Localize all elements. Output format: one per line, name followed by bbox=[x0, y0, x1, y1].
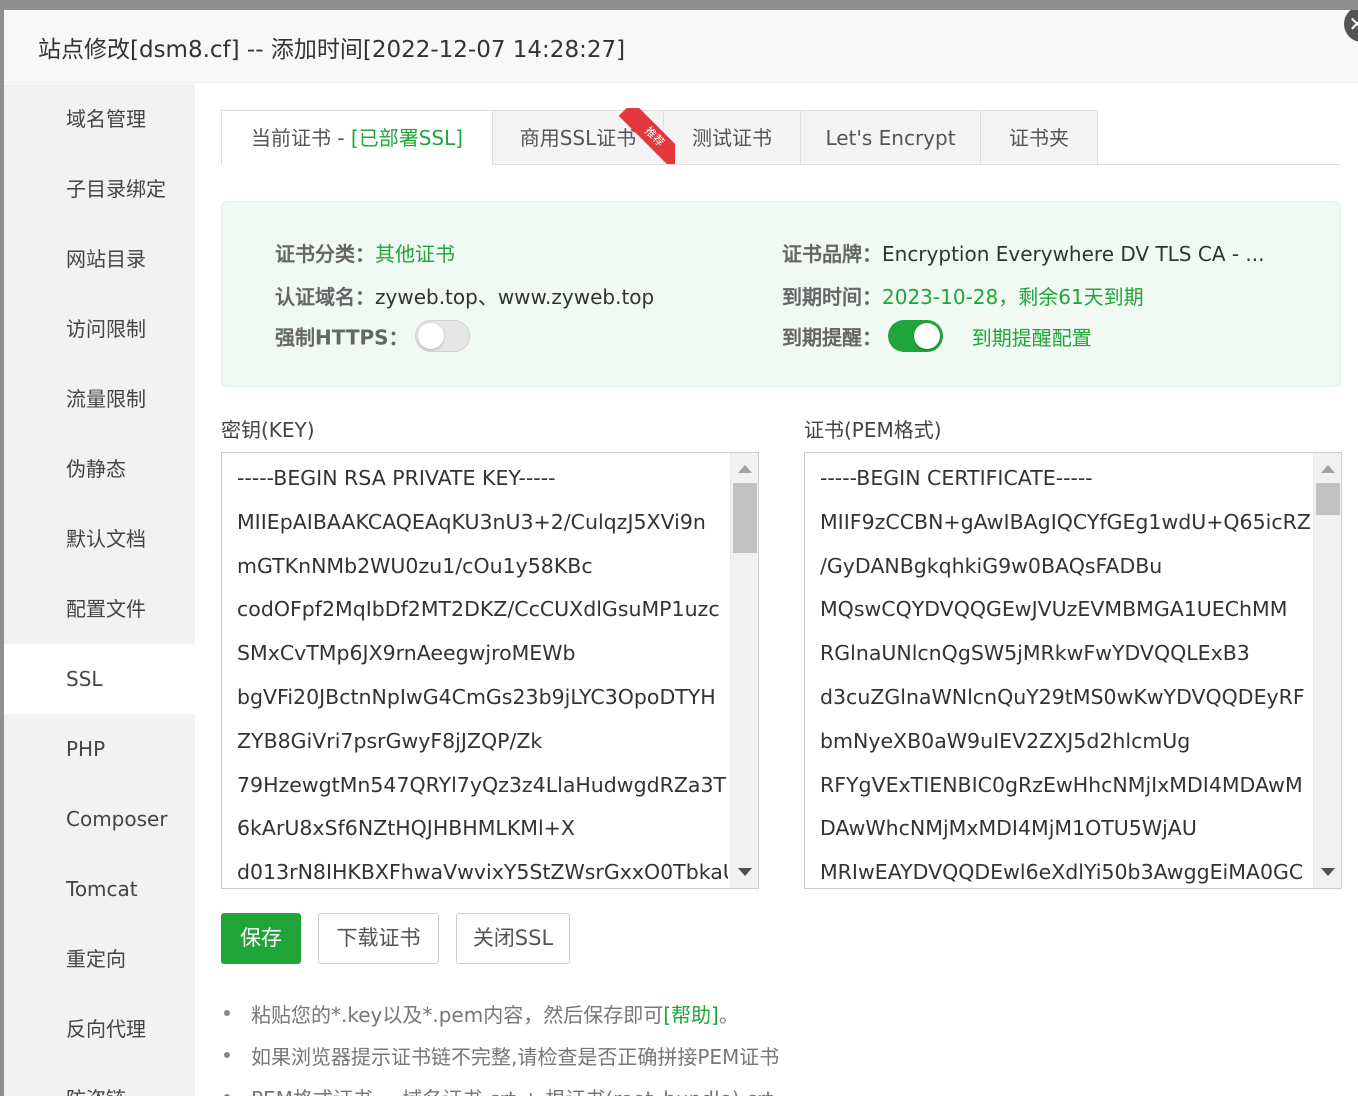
key-line: 79HzewgtMn547QRYl7yQz3z4LlaHudwgdRZa3T bbox=[237, 772, 727, 797]
sidebar-item-rewrite[interactable]: 伪静态 bbox=[4, 434, 195, 504]
cert-line: d3cuZGlnaWNlcnQuY29tMS0wKwYDVQQDEyRF bbox=[820, 684, 1305, 709]
expire-remind-toggle[interactable] bbox=[888, 320, 944, 352]
cert-expire-label: 到期时间： bbox=[782, 285, 882, 309]
save-button[interactable]: 保存 bbox=[221, 913, 301, 964]
sidebar-item-ssl[interactable]: SSL bbox=[4, 644, 195, 714]
tip-paste-key-text: 粘贴您的*.key以及*.pem内容，然后保存即可 bbox=[251, 1003, 664, 1027]
cert-line: MQswCQYDVQQGEwJVUzEVMBMGA1UEChMM bbox=[820, 597, 1288, 622]
force-https-knob bbox=[417, 323, 444, 349]
cert-line: -----BEGIN CERTIFICATE----- bbox=[820, 466, 1093, 490]
tab-current-cert[interactable]: 当前证书 - [已部署SSL] bbox=[221, 110, 493, 165]
tip-paste-key: 粘贴您的*.key以及*.pem内容，然后保存即可[帮助]。 bbox=[221, 999, 739, 1028]
cert-category-label: 证书分类： bbox=[275, 242, 375, 266]
sidebar-item-reverse-proxy[interactable]: 反向代理 bbox=[4, 994, 195, 1064]
key-line: MIIEpAIBAAKCAQEAqKU3nU3+2/CulqzJ5XVi9n bbox=[237, 509, 706, 534]
cert-line: /GyDANBgkqhkiG9w0BAQsFADBu bbox=[820, 553, 1163, 578]
tab-current-cert-label: 当前证书 - bbox=[250, 126, 351, 150]
key-scroll-thumb[interactable] bbox=[733, 483, 757, 553]
tab-test-cert[interactable]: 测试证书 bbox=[663, 110, 801, 165]
key-line: bgVFi20JBctnNpIwG4CmGs23b9jLYC3OpoDTYH bbox=[237, 684, 716, 709]
key-line: SMxCvTMp6JX9rnAeegwjroMEWb bbox=[237, 641, 576, 666]
expire-remind-row: 到期提醒： 到期提醒配置 bbox=[782, 320, 1092, 352]
scroll-down-arrow-icon[interactable] bbox=[1321, 868, 1335, 876]
cert-brand-row: 证书品牌：Encryption Everywhere DV TLS CA - .… bbox=[782, 238, 1265, 267]
key-line: codOFpf2MqIbDf2MT2DKZ/CcCUXdlGsuMP1uzc bbox=[237, 597, 720, 622]
ssl-tabs: 当前证书 - [已部署SSL] 商用SSL证书 测试证书 Let's Encry… bbox=[221, 108, 1341, 165]
sidebar-item-config-file[interactable]: 配置文件 bbox=[4, 574, 195, 644]
tip-cert-chain: 如果浏览器提示证书链不完整,请检查是否正确拼接PEM证书 bbox=[221, 1041, 779, 1070]
cert-line: MIIF9zCCBN+gAwIBAgIQCYfGEg1wdU+Q65icRZ bbox=[820, 509, 1311, 534]
sidebar-item-subdir[interactable]: 子目录绑定 bbox=[4, 154, 195, 224]
key-line: mGTKnNMb2WU0zu1/cOu1y58KBc bbox=[237, 553, 593, 578]
force-https-label: 强制HTTPS： bbox=[275, 325, 409, 350]
site-edit-dialog: 站点修改[dsm8.cf] -- 添加时间[2022-12-07 14:28:2… bbox=[4, 10, 1358, 1096]
key-line: d013rN8IHKBXFhwaVwvixY5StZWsrGxxO0TbkaU bbox=[237, 860, 728, 885]
download-cert-button[interactable]: 下载证书 bbox=[318, 913, 439, 964]
key-field-label: 密钥(KEY) bbox=[221, 418, 315, 442]
sidebar-item-default-doc[interactable]: 默认文档 bbox=[4, 504, 195, 574]
cert-info-box: 证书分类：其他证书 认证域名：zyweb.top、www.zyweb.top 强… bbox=[221, 201, 1341, 387]
expire-remind-config-link[interactable]: 到期提醒配置 bbox=[972, 326, 1092, 350]
force-https-toggle[interactable] bbox=[414, 320, 470, 352]
force-https-row: 强制HTTPS： bbox=[275, 320, 470, 352]
cert-domain-value: zyweb.top、www.zyweb.top bbox=[375, 285, 655, 309]
cert-category-row: 证书分类：其他证书 bbox=[275, 238, 455, 267]
tip-paste-key-end: 。 bbox=[718, 1003, 739, 1027]
tab-commercial-ssl-label: 商用SSL证书 bbox=[519, 126, 637, 150]
cert-scroll-thumb[interactable] bbox=[1316, 483, 1340, 515]
scroll-up-arrow-icon[interactable] bbox=[1321, 465, 1335, 473]
expire-remind-knob bbox=[914, 323, 941, 349]
sidebar-item-domain[interactable]: 域名管理 bbox=[4, 84, 195, 154]
tab-test-cert-label: 测试证书 bbox=[692, 126, 772, 150]
close-ssl-button[interactable]: 关闭SSL bbox=[456, 913, 570, 964]
cert-text-lines: -----BEGIN CERTIFICATE----- MIIF9zCCBN+g… bbox=[820, 457, 1311, 888]
sidebar-item-traffic-limit[interactable]: 流量限制 bbox=[4, 364, 195, 434]
cert-category-value: 其他证书 bbox=[375, 242, 455, 266]
help-link[interactable]: [帮助] bbox=[663, 1003, 719, 1027]
scroll-up-arrow-icon[interactable] bbox=[738, 465, 752, 473]
sidebar-item-composer[interactable]: Composer bbox=[4, 784, 195, 854]
tip-pem-format: PEM格式证书 = 域名证书.crt + 根证书(root_bundle).cr… bbox=[221, 1083, 773, 1096]
key-line: -----BEGIN RSA PRIVATE KEY----- bbox=[237, 466, 556, 490]
tab-cert-folder[interactable]: 证书夹 bbox=[980, 110, 1098, 165]
key-text-lines: -----BEGIN RSA PRIVATE KEY----- MIIEpAIB… bbox=[237, 457, 728, 888]
tab-commercial-ssl[interactable]: 商用SSL证书 bbox=[492, 110, 664, 165]
sidebar-item-access-limit[interactable]: 访问限制 bbox=[4, 294, 195, 364]
cert-line: MRIwEAYDVQQDEwl6eXdlYi50b3AwggEiMA0GC bbox=[820, 860, 1304, 885]
scroll-down-arrow-icon[interactable] bbox=[738, 868, 752, 876]
cert-field-label: 证书(PEM格式) bbox=[804, 418, 942, 442]
key-textarea[interactable]: -----BEGIN RSA PRIVATE KEY----- MIIEpAIB… bbox=[221, 452, 759, 889]
cert-expire-row: 到期时间：2023-10-28，剩余61天到期 bbox=[782, 281, 1144, 310]
cert-line: RFYgVExTIENBIC0gRzEwHhcNMjIxMDI4MDAwM bbox=[820, 772, 1303, 797]
cert-line: DAwWhcNMjMxMDI4MjM1OTU5WjAU bbox=[820, 816, 1197, 841]
tab-lets-encrypt-label: Let's Encrypt bbox=[825, 126, 956, 150]
sidebar-item-redirect[interactable]: 重定向 bbox=[4, 924, 195, 994]
tab-cert-folder-label: 证书夹 bbox=[1009, 126, 1069, 150]
cert-brand-value: Encryption Everywhere DV TLS CA - ... bbox=[882, 242, 1265, 266]
key-line: 6kArU8xSf6NZtHQJHBHMLKMl+X bbox=[237, 816, 575, 841]
dialog-title: 站点修改[dsm8.cf] -- 添加时间[2022-12-07 14:28:2… bbox=[38, 37, 626, 63]
key-scrollbar[interactable] bbox=[730, 453, 758, 888]
dialog-header: 站点修改[dsm8.cf] -- 添加时间[2022-12-07 14:28:2… bbox=[4, 10, 1358, 83]
key-line: ZYB8GiVri7psrGwyF8jJZQP/Zk bbox=[237, 728, 543, 753]
cert-scrollbar[interactable] bbox=[1313, 453, 1341, 888]
sidebar: 域名管理 子目录绑定 网站目录 访问限制 流量限制 伪静态 默认文档 配置文件 … bbox=[4, 84, 195, 1096]
sidebar-item-tomcat[interactable]: Tomcat bbox=[4, 854, 195, 924]
tab-lets-encrypt[interactable]: Let's Encrypt bbox=[800, 110, 981, 165]
ssl-status-badge: [已部署SSL] bbox=[350, 126, 464, 150]
cert-domain-row: 认证域名：zyweb.top、www.zyweb.top bbox=[275, 281, 654, 310]
sidebar-item-php[interactable]: PHP bbox=[4, 714, 195, 784]
cert-domain-label: 认证域名： bbox=[275, 285, 375, 309]
cert-brand-label: 证书品牌： bbox=[782, 242, 882, 266]
cert-textarea[interactable]: -----BEGIN CERTIFICATE----- MIIF9zCCBN+g… bbox=[804, 452, 1342, 889]
expire-remind-label: 到期提醒： bbox=[782, 325, 882, 350]
cert-line: RGlnaUNlcnQgSW5jMRkwFwYDVQQLExB3 bbox=[820, 641, 1250, 666]
cert-line: bmNyeXB0aW9uIEV2ZXJ5d2hlcmUg bbox=[820, 728, 1191, 753]
sidebar-item-hotlink[interactable]: 防盗链 bbox=[4, 1064, 195, 1096]
sidebar-item-site-dir[interactable]: 网站目录 bbox=[4, 224, 195, 294]
cert-expire-value: 2023-10-28，剩余61天到期 bbox=[882, 285, 1144, 309]
